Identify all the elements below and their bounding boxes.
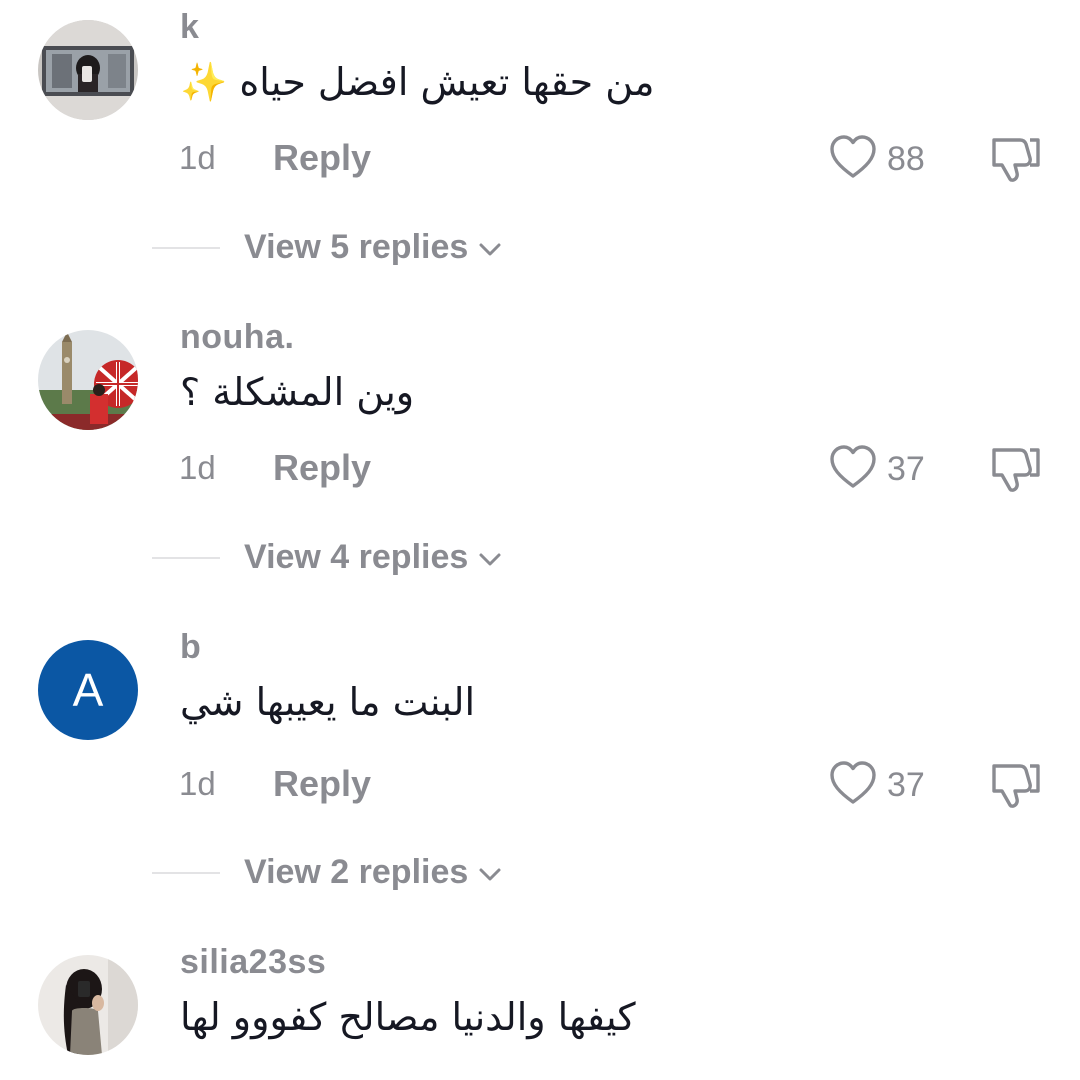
chevron-down-icon xyxy=(478,538,502,577)
comment-text: كيفها والدنيا مصالح كفووو لها xyxy=(180,995,636,1039)
heart-icon xyxy=(829,760,877,811)
view-replies-button[interactable]: View 5 replies xyxy=(244,228,502,267)
like-count: 37 xyxy=(887,766,925,804)
chevron-down-icon xyxy=(478,853,502,892)
comment-item: A b البنت ما يعيبها شي 1d Reply 37 View … xyxy=(0,620,1080,930)
view-replies-label: View 4 replies xyxy=(244,538,469,576)
dislike-button[interactable] xyxy=(990,760,1042,815)
dislike-button[interactable] xyxy=(990,134,1042,189)
heart-icon xyxy=(829,134,877,185)
view-replies-button[interactable]: View 4 replies xyxy=(244,538,502,577)
comment-text: وين المشكلة ؟ xyxy=(180,370,415,414)
avatar[interactable] xyxy=(38,330,138,430)
heart-icon xyxy=(829,444,877,495)
thumbs-down-icon xyxy=(990,138,1042,188)
comment-username[interactable]: silia23ss xyxy=(180,943,326,982)
avatar[interactable] xyxy=(38,955,138,1055)
reply-button[interactable]: Reply xyxy=(273,447,371,489)
comment-username[interactable]: k xyxy=(180,8,199,47)
comment-timestamp: 1d xyxy=(179,449,216,486)
comment-timestamp: 1d xyxy=(179,139,216,176)
like-button[interactable]: 88 xyxy=(829,134,925,185)
view-replies-button[interactable]: View 2 replies xyxy=(244,853,502,892)
avatar-photo-mirror-selfie xyxy=(38,955,138,1055)
view-replies-label: View 5 replies xyxy=(244,228,469,266)
comment-item: k من حقها تعيش افضل حياه ✨ 1d Reply 88 V… xyxy=(0,0,1080,310)
avatar-letter: A xyxy=(72,664,104,716)
avatar-photo-car-selfie xyxy=(38,20,138,120)
like-button[interactable]: 37 xyxy=(829,444,925,495)
reply-button[interactable]: Reply xyxy=(273,763,371,805)
comment-text: من حقها تعيش افضل حياه ✨ xyxy=(180,60,655,104)
thumbs-down-icon xyxy=(990,448,1042,498)
like-count: 37 xyxy=(887,450,925,488)
replies-divider xyxy=(152,872,220,874)
comment-username[interactable]: b xyxy=(180,628,201,667)
dislike-button[interactable] xyxy=(990,444,1042,499)
comment-username[interactable]: nouha. xyxy=(180,318,294,357)
comment-item: silia23ss كيفها والدنيا مصالح كفووو لها xyxy=(0,935,1080,1080)
thumbs-down-icon xyxy=(990,764,1042,814)
comment-timestamp: 1d xyxy=(179,765,216,802)
replies-divider xyxy=(152,247,220,249)
replies-divider xyxy=(152,557,220,559)
comment-text: البنت ما يعيبها شي xyxy=(180,680,476,724)
comment-item: nouha. وين المشكلة ؟ 1d Reply 37 View 4 … xyxy=(0,310,1080,620)
like-button[interactable]: 37 xyxy=(829,760,925,811)
avatar[interactable]: A xyxy=(38,640,138,740)
avatar[interactable] xyxy=(38,20,138,120)
view-replies-label: View 2 replies xyxy=(244,853,469,891)
reply-button[interactable]: Reply xyxy=(273,137,371,179)
avatar-photo-london xyxy=(38,330,138,430)
like-count: 88 xyxy=(887,140,925,178)
chevron-down-icon xyxy=(478,228,502,267)
